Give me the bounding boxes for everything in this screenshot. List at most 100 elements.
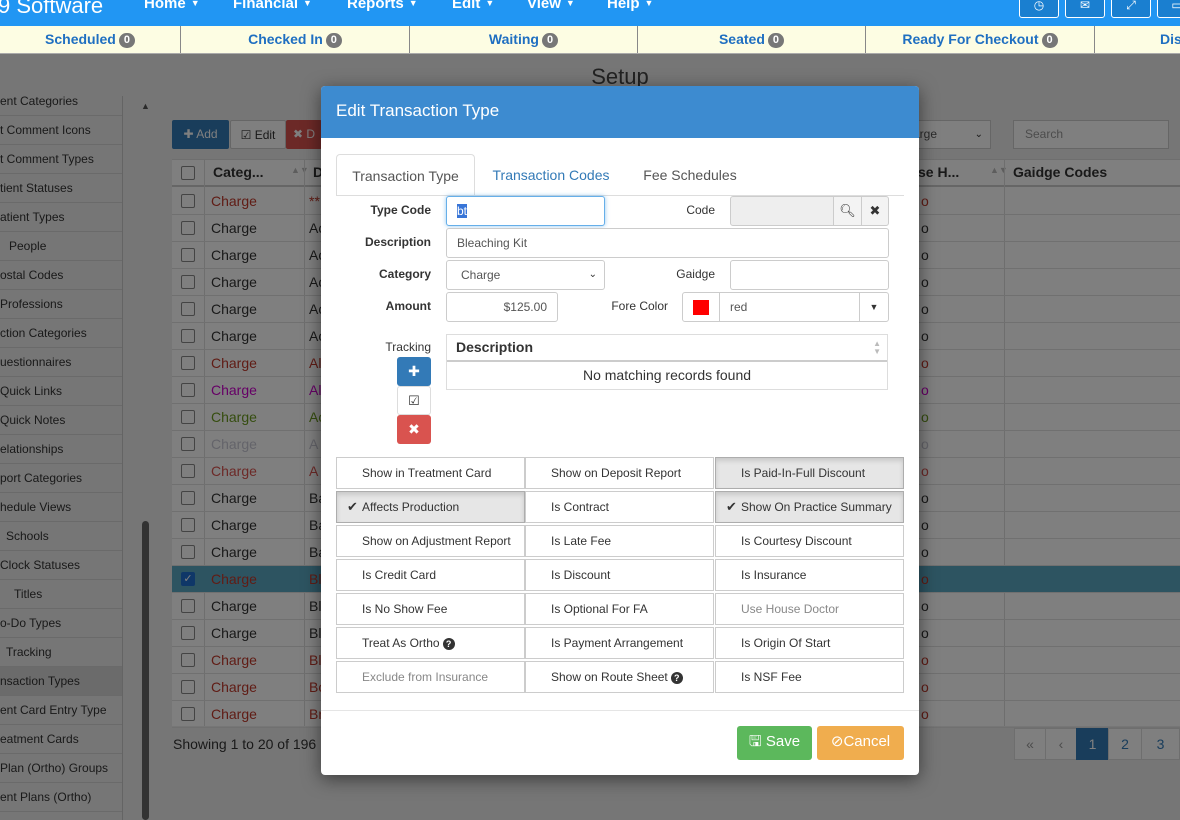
status-label: Waiting (488, 31, 539, 47)
tab-fee-schedules[interactable]: Fee Schedules (627, 154, 753, 196)
description-input[interactable]: Bleaching Kit (446, 228, 889, 258)
cancel-button-label: Cancel (843, 733, 891, 750)
status-scheduled[interactable]: Scheduled 0 (0, 26, 181, 53)
toggle-show-in-treatment-card[interactable]: Show in Treatment Card (336, 457, 525, 489)
status-count-badge: 0 (767, 33, 785, 48)
save-icon: 🖫︎ (748, 733, 762, 750)
tracking-table-header[interactable]: Description ▲ ▼ (447, 335, 887, 362)
status-dismissed[interactable]: Dis (1095, 26, 1180, 53)
amount-label: Amount (385, 299, 431, 313)
menu-help-label: Help (607, 0, 640, 12)
close-icon: ✖ (869, 203, 881, 218)
cancel-button[interactable]: ⊘Cancel (817, 726, 904, 760)
toggle-use-house-doctor[interactable]: Use House Doctor (715, 593, 904, 625)
menu-edit[interactable]: Edit ▼ (452, 0, 494, 12)
toggle-label: Is Late Fee (551, 534, 612, 548)
toggle-label: Is Courtesy Discount (741, 534, 852, 548)
add-tracking-button[interactable]: ✚ (397, 357, 431, 386)
mail-button[interactable]: ✉ (1065, 0, 1105, 18)
help-icon[interactable]: ? (442, 638, 455, 650)
fore-color-swatch[interactable] (682, 292, 720, 322)
caret-down-icon: ▼ (408, 0, 418, 8)
toggle-show-on-route-sheet[interactable]: Show on Route Sheet? (525, 661, 714, 693)
menu-financial[interactable]: Financial ▼ (233, 0, 312, 12)
toggle-label: Show On Practice Summary (741, 500, 892, 514)
toggle-affects-production[interactable]: ✔ Affects Production (336, 491, 525, 523)
edit-tracking-button[interactable]: ☑ (397, 386, 431, 415)
fullscreen-button[interactable]: ⤢ (1111, 0, 1151, 18)
status-label: Checked In (248, 31, 323, 47)
tracking-column-description: Description (456, 339, 534, 355)
toggle-label: Is Insurance (741, 568, 807, 582)
menu-help[interactable]: Help ▼ (607, 0, 653, 12)
status-seated[interactable]: Seated 0 (638, 26, 866, 53)
status-waiting[interactable]: Waiting 0 (410, 26, 638, 53)
cancel-icon: ⊘ (830, 733, 844, 750)
toggle-label: Is Optional For FA (551, 602, 648, 616)
fore-color-select[interactable]: red (719, 292, 860, 322)
toggle-is-optional-for-fa[interactable]: Is Optional For FA (525, 593, 714, 625)
toggle-show-on-adjustment-report[interactable]: Show on Adjustment Report (336, 525, 525, 557)
toggle-show-on-deposit-report[interactable]: Show on Deposit Report (525, 457, 714, 489)
status-ready-for-checkout[interactable]: Ready For Checkout 0 (866, 26, 1095, 53)
brand-logo: 9 Software (0, 0, 104, 18)
toggle-label: Is Origin Of Start (741, 636, 831, 650)
toggle-is-no-show-fee[interactable]: Is No Show Fee (336, 593, 525, 625)
toggle-label: Is Payment Arrangement (551, 636, 684, 650)
menu-reports[interactable]: Reports ▼ (347, 0, 418, 12)
save-button-label: Save (765, 733, 801, 750)
toggle-is-late-fee[interactable]: Is Late Fee (525, 525, 714, 557)
menu-home[interactable]: Home ▼ (144, 0, 200, 12)
toggle-label: Is Credit Card (362, 568, 437, 582)
toggle-show-on-practice-summary[interactable]: ✔ Show On Practice Summary (715, 491, 904, 523)
gaidge-input[interactable] (730, 260, 889, 290)
toggle-is-courtesy-discount[interactable]: Is Courtesy Discount (715, 525, 904, 557)
category-select[interactable]: Charge ⌄ (446, 260, 605, 290)
save-button[interactable]: 🖫︎ Save (737, 726, 812, 760)
sort-icon: ▲ ▼ (873, 339, 881, 356)
tab-transaction-codes[interactable]: Transaction Codes (481, 154, 621, 196)
tab-transaction-type[interactable]: Transaction Type (336, 154, 475, 196)
toggle-label: Affects Production (362, 500, 460, 514)
amount-input[interactable]: $125.00 (446, 292, 558, 322)
toggle-is-contract[interactable]: Is Contract (525, 491, 714, 523)
clock-button[interactable]: ◷ (1019, 0, 1059, 18)
check-icon: ✔ (347, 499, 358, 514)
type-code-label: Type Code (370, 203, 431, 217)
toggle-is-paid-in-full-discount[interactable]: Is Paid-In-Full Discount (715, 457, 904, 489)
toggle-is-insurance[interactable]: Is Insurance (715, 559, 904, 591)
gaidge-label: Gaidge (676, 267, 715, 281)
status-count-badge: 0 (325, 33, 342, 48)
toggle-label: Use House Doctor (741, 602, 840, 616)
code-clear-button[interactable]: ✖ (861, 196, 889, 226)
code-input[interactable] (730, 196, 834, 226)
type-code-input[interactable]: bt (446, 196, 605, 226)
toggle-label: Is Contract (551, 500, 610, 514)
help-icon[interactable]: ? (670, 672, 683, 684)
fore-color-label: Fore Color (611, 299, 668, 313)
toggle-is-origin-of-start[interactable]: Is Origin Of Start (715, 627, 904, 659)
toggle-label: Show on Route Sheet (551, 670, 668, 684)
toggle-is-credit-card[interactable]: Is Credit Card (336, 559, 525, 591)
type-code-value: bt (457, 204, 468, 218)
appointment-status-bar: Scheduled 0 Checked In 0 Waiting 0 Seated 0 … (0, 26, 1180, 54)
window-button[interactable]: ▭ (1157, 0, 1180, 18)
menu-view[interactable]: View ▼ (527, 0, 575, 12)
toggle-treat-as-ortho[interactable]: Treat As Ortho? (336, 627, 525, 659)
toggle-is-payment-arrangement[interactable]: Is Payment Arrangement (525, 627, 714, 659)
caret-down-icon: ▼ (303, 0, 312, 8)
delete-tracking-button[interactable]: ✖ (397, 415, 431, 444)
fore-color-dropdown-button[interactable]: ▼ (859, 292, 889, 322)
category-label: Category (378, 267, 431, 281)
status-count-badge: 0 (1041, 33, 1058, 48)
toggle-is-discount[interactable]: Is Discount (525, 559, 714, 591)
search-icon: 🔍︎ (839, 203, 856, 218)
footer-divider (321, 710, 919, 711)
status-checked-in[interactable]: Checked In 0 (181, 26, 410, 53)
code-search-button[interactable]: 🔍︎ (833, 196, 862, 226)
window-icon: ▭ (1171, 0, 1180, 12)
tracking-label: Tracking (385, 340, 431, 354)
toggle-exclude-from-insurance[interactable]: Exclude from Insurance (336, 661, 525, 693)
toggle-label: Treat As Ortho (362, 636, 440, 650)
toggle-is-nsf-fee[interactable]: Is NSF Fee (715, 661, 904, 693)
